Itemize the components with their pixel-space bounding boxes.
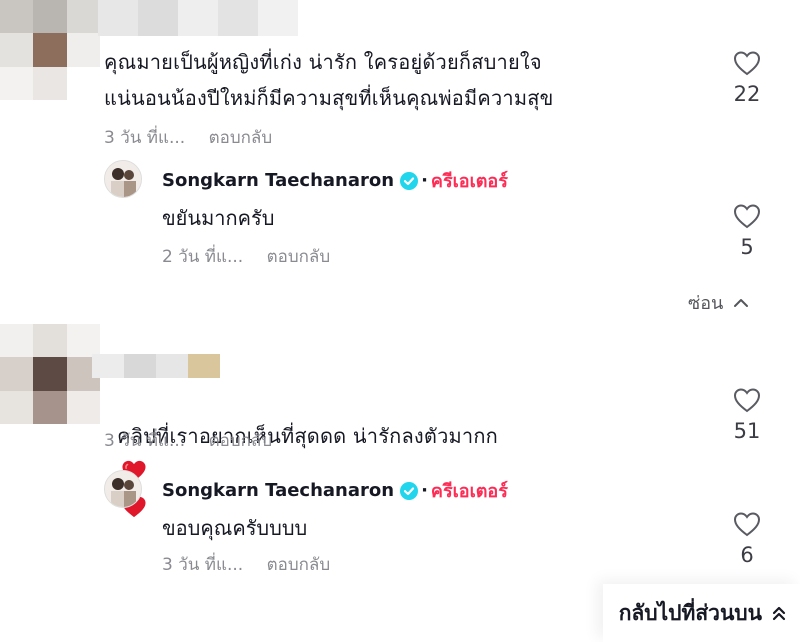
heart-icon[interactable] — [733, 511, 761, 537]
commenter-avatar-pixelated[interactable] — [0, 0, 100, 100]
reply-text: ขยันมากครับ — [162, 206, 275, 230]
like-box: 51 — [727, 387, 767, 443]
hide-label: ซ่อน — [688, 293, 724, 314]
reply-button[interactable]: ตอบกลับ — [267, 555, 331, 575]
verified-icon — [400, 481, 419, 500]
reply-text: ขอบคุณครับบบบ — [162, 516, 308, 540]
creator-badge: ครีเอเตอร์ — [430, 171, 508, 192]
back-to-top-label: กลับไปที่ส่วนบน — [618, 600, 762, 625]
reply-author-line: Songkarn Taechanaron · ครีเอเตอร์ — [162, 476, 508, 505]
like-count: 22 — [733, 82, 761, 106]
double-chevron-up-icon — [772, 606, 786, 621]
separator-dot: · — [421, 480, 428, 501]
reply-author-line: Songkarn Taechanaron · ครีเอเตอร์ — [162, 166, 508, 195]
reply-meta: 2 วัน ที่แ... ตอบกลับ — [162, 243, 330, 270]
comment-meta: 3 วัน ที่แ... ตอบกลับ — [104, 427, 272, 454]
reply-time: 2 วัน ที่แ... — [162, 247, 244, 267]
heart-icon[interactable] — [733, 203, 761, 229]
commenter-avatar-pixelated[interactable] — [0, 324, 100, 424]
like-box: 6 — [727, 511, 767, 567]
heart-icon[interactable] — [733, 50, 761, 76]
like-box: 5 — [727, 203, 767, 259]
back-to-top-button[interactable]: กลับไปที่ส่วนบน — [602, 584, 800, 642]
reply-button[interactable]: ตอบกลับ — [209, 128, 273, 148]
reply-time: 3 วัน ที่แ... — [162, 555, 244, 575]
like-box: 22 — [727, 50, 767, 106]
creator-avatar[interactable] — [104, 160, 142, 198]
comment-meta: 3 วัน ที่แ... ตอบกลับ — [104, 124, 272, 151]
like-count: 51 — [733, 419, 761, 443]
comment-time: 3 วัน ที่แ... — [104, 128, 186, 148]
separator-dot: · — [421, 170, 428, 191]
comment-text: คุณมายเป็นผู้หญิงที่เก่ง น่ารัก ใครอยู่ด… — [104, 50, 554, 110]
chevron-up-icon — [734, 298, 749, 307]
reply-button[interactable]: ตอบกลับ — [209, 431, 273, 451]
heart-icon[interactable] — [733, 387, 761, 413]
author-name[interactable]: Songkarn Taechanaron — [162, 480, 394, 501]
hide-replies-button[interactable]: ซ่อน — [688, 288, 749, 317]
like-count: 5 — [740, 235, 754, 259]
creator-avatar[interactable] — [104, 470, 142, 508]
verified-icon — [400, 171, 419, 190]
comment-time: 3 วัน ที่แ... — [104, 431, 186, 451]
reply-meta: 3 วัน ที่แ... ตอบกลับ — [162, 551, 330, 578]
commenter-name-pixelated[interactable] — [98, 0, 298, 36]
like-count: 6 — [740, 543, 754, 567]
commenter-name-pixelated[interactable] — [92, 354, 220, 378]
creator-badge: ครีเอเตอร์ — [430, 481, 508, 502]
author-name[interactable]: Songkarn Taechanaron — [162, 170, 394, 191]
reply-button[interactable]: ตอบกลับ — [267, 247, 331, 267]
